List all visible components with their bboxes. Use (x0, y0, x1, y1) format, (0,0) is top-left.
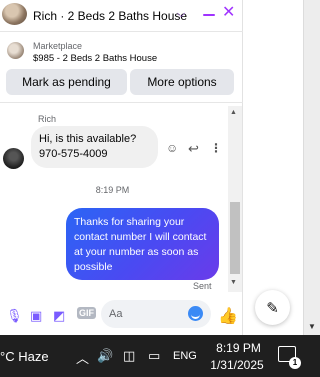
screen: ▼ Rich · 2 Beds 2 Baths House ⌵ ✕ Market… (0, 0, 320, 377)
minimize-icon[interactable] (203, 14, 215, 16)
message-thread: Rich Hi, is this available? 970-575-4009… (0, 104, 243, 292)
chat-window: Rich · 2 Beds 2 Baths House ⌵ ✕ Marketpl… (0, 0, 243, 335)
microphone-icon[interactable]: 🎙 (6, 308, 23, 324)
volume-icon[interactable]: 🔊 (97, 348, 113, 364)
incoming-message-phone: 970-575-4009 (39, 147, 108, 160)
sticker-icon[interactable]: ◩ (53, 308, 65, 324)
weather-widget[interactable]: °C Haze (0, 349, 49, 364)
thumbs-up-icon[interactable]: 👍 (218, 306, 238, 326)
listing-avatar[interactable] (2, 3, 27, 25)
gif-icon[interactable]: GIF (77, 307, 96, 319)
listing-thumbnail[interactable] (7, 42, 24, 59)
listing-kicker: Marketplace (33, 41, 83, 51)
incoming-message-line: Hi, is this available? (39, 133, 137, 145)
scroll-up-icon[interactable]: ▲ (230, 109, 237, 116)
reply-icon[interactable]: ↩ (188, 141, 199, 157)
react-icon[interactable]: ☺ (166, 141, 178, 155)
network-icon[interactable]: ▭ (148, 348, 160, 364)
incoming-message-bubble[interactable]: Hi, is this available? 970-575-4009 (31, 126, 158, 168)
show-hidden-icons-icon[interactable]: ︿ (76, 348, 89, 367)
message-input[interactable]: Aa (101, 300, 211, 328)
chat-header[interactable]: Rich · 2 Beds 2 Baths House ⌵ ✕ (0, 0, 243, 32)
more-vertical-icon[interactable]: ⋮ (210, 141, 222, 155)
scroll-down-icon[interactable]: ▼ (230, 279, 237, 286)
compose-icon: ✎ (266, 299, 279, 317)
windows-taskbar: °C Haze ︿ 🔊 ◫ ▭ ENG 8:19 PM 1/31/2025 1 (0, 335, 320, 377)
message-input-placeholder: Aa (109, 308, 123, 320)
notification-badge: 1 (289, 357, 301, 369)
sender-name: Rich (38, 114, 57, 124)
sender-avatar[interactable] (3, 148, 24, 169)
scrollbar-thumb[interactable] (230, 202, 240, 274)
scroll-down-arrow-icon[interactable]: ▼ (308, 322, 316, 331)
mark-as-pending-button[interactable]: Mark as pending (6, 69, 127, 95)
message-timestamp: 8:19 PM (95, 185, 130, 195)
clock-date[interactable]: 1/31/2025 (207, 358, 267, 372)
emoji-icon[interactable] (188, 306, 203, 321)
chat-title[interactable]: Rich · 2 Beds 2 Baths House (33, 9, 187, 23)
listing-panel: Marketplace $985 - 2 Beds 2 Baths House … (0, 33, 243, 103)
outgoing-message-bubble[interactable]: Thanks for sharing your contact number I… (66, 208, 219, 280)
new-message-button[interactable]: ✎ (255, 290, 290, 325)
close-icon[interactable]: ✕ (222, 5, 235, 21)
photo-icon[interactable]: ▣ (30, 308, 42, 324)
more-options-button[interactable]: More options (130, 69, 234, 95)
listing-subtitle[interactable]: $985 - 2 Beds 2 Baths House (33, 53, 157, 64)
camera-icon[interactable]: ◫ (123, 348, 135, 364)
language-indicator[interactable]: ENG (173, 350, 197, 362)
thread-scrollbar[interactable]: ▲ ▼ (228, 106, 242, 292)
message-composer: 🎙 ▣ ◩ GIF Aa (0, 298, 243, 332)
desktop-edge (303, 0, 320, 335)
chevron-down-icon[interactable]: ⌵ (177, 8, 185, 21)
message-status: Sent (193, 281, 212, 291)
clock-time[interactable]: 8:19 PM (211, 341, 266, 355)
